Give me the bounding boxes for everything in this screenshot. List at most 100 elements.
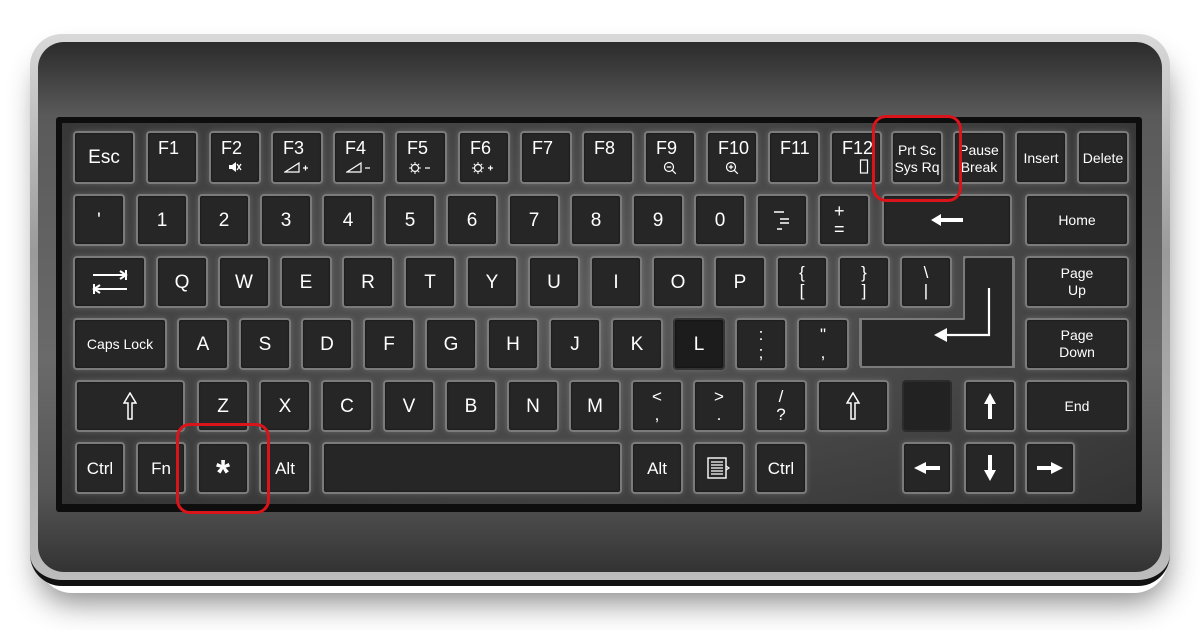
key-arrow-down[interactable] bbox=[964, 442, 1016, 494]
key-1[interactable]: 1 bbox=[136, 194, 188, 246]
key-f8[interactable]: F8 bbox=[582, 131, 634, 184]
key-f6[interactable]: F6 bbox=[458, 131, 510, 184]
key-arrow-left[interactable] bbox=[902, 442, 952, 494]
key-left-shift[interactable] bbox=[75, 380, 185, 432]
key-esc[interactable]: Esc bbox=[73, 131, 135, 184]
key-m[interactable]: M bbox=[569, 380, 621, 432]
key-o[interactable]: O bbox=[652, 256, 704, 308]
key-f4[interactable]: F4 bbox=[333, 131, 385, 184]
key-equals[interactable]: + = bbox=[818, 194, 870, 246]
key-label: F bbox=[383, 333, 395, 355]
key-left-bracket[interactable]: {[ bbox=[776, 256, 828, 308]
key-n[interactable]: N bbox=[507, 380, 559, 432]
key-3[interactable]: 3 bbox=[260, 194, 312, 246]
key-0[interactable]: 0 bbox=[694, 194, 746, 246]
key-s[interactable]: S bbox=[239, 318, 291, 370]
key-q[interactable]: Q bbox=[156, 256, 208, 308]
key-k[interactable]: K bbox=[611, 318, 663, 370]
key-delete[interactable]: Delete bbox=[1077, 131, 1129, 184]
key-6[interactable]: 6 bbox=[446, 194, 498, 246]
key-b[interactable]: B bbox=[445, 380, 497, 432]
key-right-shift[interactable] bbox=[817, 380, 889, 432]
key-w[interactable]: W bbox=[218, 256, 270, 308]
key-slash[interactable]: /? bbox=[755, 380, 807, 432]
key-comma[interactable]: <, bbox=[631, 380, 683, 432]
key-page-down[interactable]: Page Down bbox=[1025, 318, 1129, 370]
key-h[interactable]: H bbox=[487, 318, 539, 370]
key-caps-lock[interactable]: Caps Lock bbox=[73, 318, 167, 370]
key-f3[interactable]: F3 bbox=[271, 131, 323, 184]
key-label: X bbox=[278, 395, 292, 417]
key-label: Caps Lock bbox=[86, 336, 154, 352]
key-space[interactable] bbox=[322, 442, 622, 494]
key-e[interactable]: E bbox=[280, 256, 332, 308]
key-right-ctrl[interactable]: Ctrl bbox=[755, 442, 807, 494]
key-label: V bbox=[402, 395, 416, 417]
arrow-left-icon bbox=[913, 461, 941, 475]
key-9[interactable]: 9 bbox=[632, 194, 684, 246]
key-8[interactable]: 8 bbox=[570, 194, 622, 246]
key-f1[interactable]: F1 bbox=[146, 131, 198, 184]
key-label: 5 bbox=[404, 209, 416, 231]
key-end[interactable]: End bbox=[1025, 380, 1129, 432]
battery-icon bbox=[859, 158, 869, 174]
key-label: D bbox=[320, 333, 334, 355]
key-label-top: Page bbox=[1060, 327, 1094, 343]
key-right-bracket[interactable]: }] bbox=[838, 256, 890, 308]
key-label: F3 bbox=[283, 138, 305, 158]
key-apostrophe[interactable]: ' bbox=[73, 194, 125, 246]
key-insert[interactable]: Insert bbox=[1015, 131, 1067, 184]
key-left-ctrl[interactable]: Ctrl bbox=[75, 442, 125, 494]
arrow-up-icon bbox=[983, 392, 997, 420]
key-f[interactable]: F bbox=[363, 318, 415, 370]
key-menu[interactable] bbox=[693, 442, 745, 494]
key-arrow-right[interactable] bbox=[1025, 442, 1075, 494]
key-blank[interactable] bbox=[902, 380, 952, 432]
key-label: Esc bbox=[88, 147, 120, 168]
key-f11[interactable]: F11 bbox=[768, 131, 820, 184]
key-minus[interactable] bbox=[756, 194, 808, 246]
key-j[interactable]: J bbox=[549, 318, 601, 370]
key-label: 0 bbox=[714, 209, 726, 231]
key-p[interactable]: P bbox=[714, 256, 766, 308]
key-2[interactable]: 2 bbox=[198, 194, 250, 246]
key-5[interactable]: 5 bbox=[384, 194, 436, 246]
key-f7[interactable]: F7 bbox=[520, 131, 572, 184]
key-tab[interactable] bbox=[73, 256, 146, 308]
key-f2[interactable]: F2 bbox=[209, 131, 261, 184]
key-i[interactable]: I bbox=[590, 256, 642, 308]
key-g[interactable]: G bbox=[425, 318, 477, 370]
key-7[interactable]: 7 bbox=[508, 194, 560, 246]
key-enter[interactable] bbox=[859, 288, 1015, 368]
key-semicolon[interactable]: :; bbox=[735, 318, 787, 370]
key-l[interactable]: L bbox=[673, 318, 725, 370]
key-f10[interactable]: F10 bbox=[706, 131, 758, 184]
key-v[interactable]: V bbox=[383, 380, 435, 432]
volume-up-icon bbox=[284, 161, 310, 173]
key-label: 8 bbox=[590, 209, 602, 231]
key-arrow-up[interactable] bbox=[964, 380, 1016, 432]
key-r[interactable]: R bbox=[342, 256, 394, 308]
key-c[interactable]: C bbox=[321, 380, 373, 432]
key-f5[interactable]: F5 bbox=[395, 131, 447, 184]
key-page-up[interactable]: Page Up bbox=[1025, 256, 1129, 308]
key-quote[interactable]: ", bbox=[797, 318, 849, 370]
key-label: Alt bbox=[647, 458, 667, 478]
key-y[interactable]: Y bbox=[466, 256, 518, 308]
key-f9[interactable]: F9 bbox=[644, 131, 696, 184]
key-period[interactable]: >. bbox=[693, 380, 745, 432]
key-label: 2 bbox=[218, 209, 230, 231]
key-t[interactable]: T bbox=[404, 256, 456, 308]
key-label: H bbox=[506, 333, 520, 355]
key-4[interactable]: 4 bbox=[322, 194, 374, 246]
key-label: F7 bbox=[532, 138, 554, 158]
key-label: W bbox=[235, 271, 253, 293]
key-d[interactable]: D bbox=[301, 318, 353, 370]
key-right-alt[interactable]: Alt bbox=[631, 442, 683, 494]
highlight-windows-key bbox=[176, 423, 270, 514]
key-a[interactable]: A bbox=[177, 318, 229, 370]
key-u[interactable]: U bbox=[528, 256, 580, 308]
brightness-down-icon bbox=[408, 161, 434, 175]
key-x[interactable]: X bbox=[259, 380, 311, 432]
key-home[interactable]: Home bbox=[1025, 194, 1129, 246]
